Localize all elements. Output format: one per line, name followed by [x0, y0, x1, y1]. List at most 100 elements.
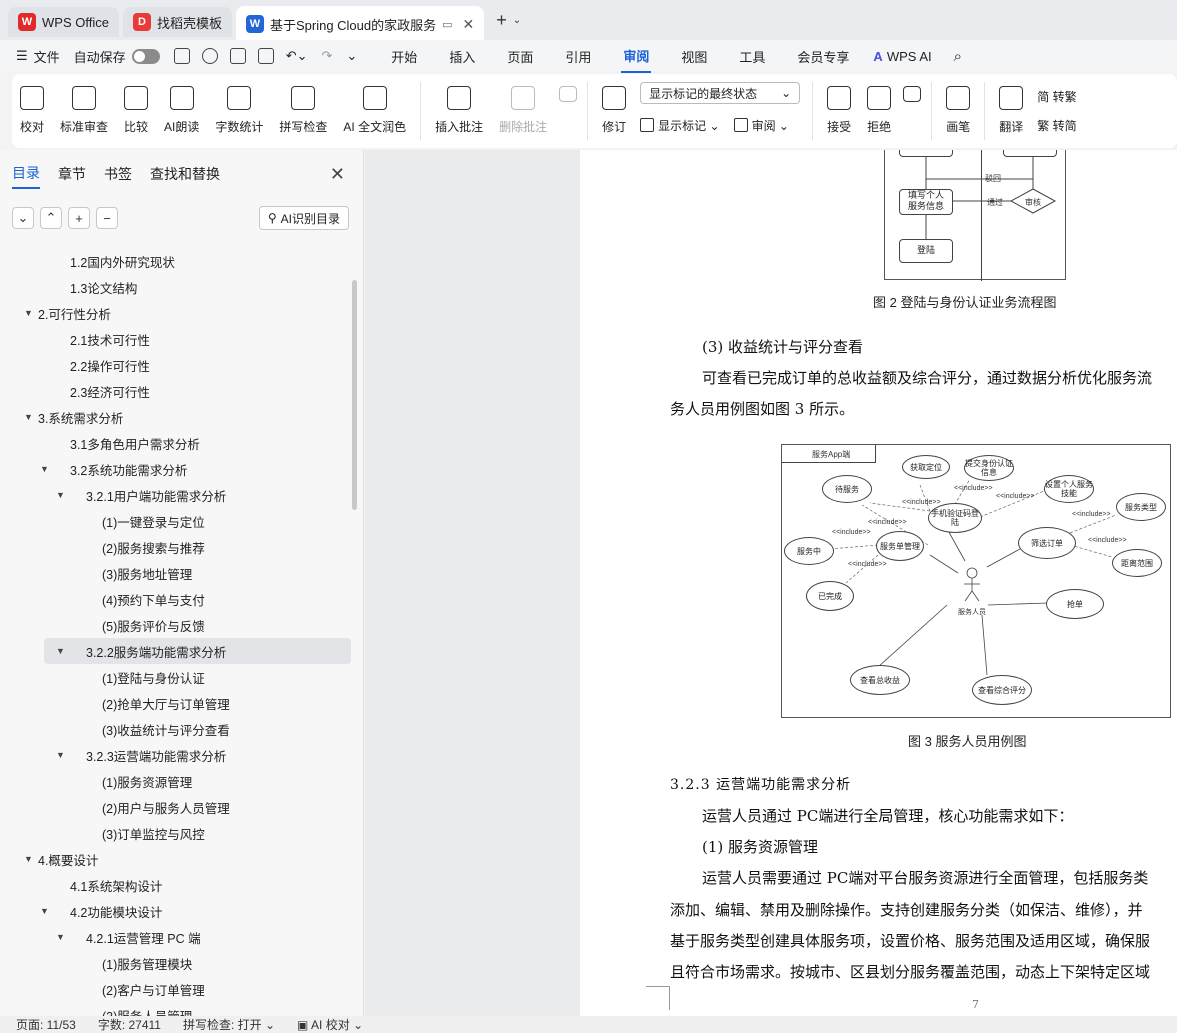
translate-button[interactable]: 翻译 — [991, 82, 1031, 135]
toc-scrollbar[interactable] — [352, 280, 357, 510]
collapse-down-button[interactable]: ⌄ — [12, 207, 34, 229]
prev-comment-button[interactable] — [555, 82, 581, 110]
accept-button[interactable]: 接受 — [819, 82, 859, 135]
spell-check-button[interactable]: 拼写检查 — [271, 82, 335, 135]
save-icon[interactable] — [173, 48, 190, 64]
tab-document[interactable]: W 基于Spring Cloud的家政服务 ▭ ✕ — [235, 6, 485, 42]
menu-tab-tools[interactable]: 工具 — [737, 41, 767, 72]
tab-wps-office[interactable]: W WPS Office — [8, 7, 119, 37]
standard-review-button[interactable]: 标准审查 — [52, 82, 116, 135]
expand-arrow-icon[interactable]: ▼ — [24, 412, 33, 422]
expand-arrow-icon[interactable]: ▼ — [24, 308, 33, 318]
close-icon[interactable]: ✕ — [463, 16, 475, 33]
expand-arrow-icon[interactable]: ▼ — [56, 750, 65, 760]
file-menu[interactable]: ☰ 文件 — [16, 47, 60, 66]
toc-item[interactable]: 2.1技术可行性 — [0, 326, 360, 352]
nav-tab-bookmarks[interactable]: 书签 — [104, 160, 132, 188]
toc-item[interactable]: ▼ 3.2.1用户端功能需求分析 — [0, 482, 360, 508]
delete-comment-button[interactable]: 删除批注 — [491, 82, 555, 135]
toc-item[interactable]: (3)服务地址管理 — [0, 560, 360, 586]
redo-icon[interactable]: ↷ — [321, 48, 332, 64]
toc-item[interactable]: 2.2操作可行性 — [0, 352, 360, 378]
toc-item[interactable]: (1)服务管理模块 — [0, 950, 360, 976]
toggle-switch[interactable] — [131, 48, 160, 64]
toc-item[interactable]: (3)收益统计与评分查看 — [0, 716, 360, 742]
nav-tab-toc[interactable]: 目录 — [12, 159, 40, 189]
toc-item[interactable]: (2)服务搜索与推荐 — [0, 534, 360, 560]
collapse-up-button[interactable]: ⌃ — [40, 207, 62, 229]
menu-tab-review[interactable]: 审阅 — [621, 40, 652, 73]
toc-item[interactable]: (1)一键登录与定位 — [0, 508, 360, 534]
toc-item[interactable]: ▼ 4.2.1运营管理 PC 端 — [0, 924, 360, 950]
menu-tab-insert[interactable]: 插入 — [447, 41, 477, 72]
chevron-down-icon[interactable]: ⌄ — [513, 15, 521, 26]
expand-arrow-icon[interactable]: ▼ — [56, 490, 65, 500]
toc-item[interactable]: (4)预约下单与支付 — [0, 586, 360, 612]
pen-button[interactable]: 画笔 — [938, 82, 978, 135]
print-preview-icon[interactable] — [257, 48, 274, 64]
toc-item[interactable]: ▼ 2.可行性分析 — [0, 300, 360, 326]
toc-item[interactable]: ▼ 4.概要设计 — [0, 846, 360, 872]
nav-tab-find-replace[interactable]: 查找和替换 — [150, 160, 220, 188]
toc-item[interactable]: (1)服务资源管理 — [0, 768, 360, 794]
prev-change-button[interactable] — [899, 82, 925, 110]
close-icon[interactable]: ✕ — [330, 164, 345, 185]
compare-button[interactable]: 比较 — [116, 82, 156, 135]
menu-tab-page[interactable]: 页面 — [505, 41, 535, 72]
toc-item[interactable]: 1.3论文结构 — [0, 274, 360, 300]
spell-check-status[interactable]: 拼写检查: 打开 ⌄ — [183, 1016, 275, 1033]
toc-item[interactable]: (3)订单监控与风控 — [0, 820, 360, 846]
toc-item[interactable]: ▼ 3.2系统功能需求分析 — [0, 456, 360, 482]
menu-tab-member[interactable]: 会员专享 — [795, 41, 851, 72]
undo-icon[interactable]: ↶⌄ — [286, 48, 308, 64]
expand-arrow-icon[interactable]: ▼ — [24, 854, 33, 864]
markup-state-select[interactable]: 显示标记的最终状态 ⌄ — [640, 82, 801, 104]
show-markup-button[interactable]: 显示标记 ⌄ — [640, 117, 720, 134]
expand-arrow-icon[interactable]: ▼ — [56, 646, 65, 656]
add-heading-button[interactable]: + — [68, 207, 90, 229]
to-traditional-button[interactable]: 简 转繁 — [1037, 88, 1076, 105]
menu-tab-view[interactable]: 视图 — [679, 41, 709, 72]
page-indicator[interactable]: 页面: 11/53 — [16, 1016, 76, 1033]
more-chevron-icon[interactable]: ⌄ — [346, 48, 357, 64]
revise-button[interactable]: 修订 — [594, 82, 634, 135]
new-tab-icon[interactable]: + — [496, 10, 507, 31]
wps-ai-button[interactable]: A WPS AI — [873, 49, 931, 64]
review-pane-button[interactable]: 审阅 ⌄ — [733, 117, 789, 134]
toc-item[interactable]: 1.2国内外研究现状 — [0, 248, 360, 274]
toc-item[interactable]: ▼ 3.系统需求分析 — [0, 404, 360, 430]
proofread-button[interactable]: 校对 — [12, 82, 52, 135]
toc-item[interactable]: ▼ 4.2功能模块设计 — [0, 898, 360, 924]
toc-item[interactable]: (2)用户与服务人员管理 — [0, 794, 360, 820]
search-icon[interactable]: ⌕ — [954, 48, 962, 65]
toc-item[interactable]: 3.1多角色用户需求分析 — [0, 430, 360, 456]
toc-item[interactable]: ▼ 3.2.3运营端功能需求分析 — [0, 742, 360, 768]
toc-item[interactable]: (5)服务评价与反馈 — [0, 612, 360, 638]
toc-item[interactable]: 2.3经济可行性 — [0, 378, 360, 404]
remove-heading-button[interactable]: − — [96, 207, 118, 229]
reject-button[interactable]: 拒绝 — [859, 82, 899, 135]
expand-arrow-icon[interactable]: ▼ — [56, 932, 65, 942]
cloud-icon[interactable] — [201, 48, 218, 64]
menu-tab-reference[interactable]: 引用 — [563, 41, 593, 72]
ai-recognize-toc-button[interactable]: ⚲ AI识别目录 — [258, 206, 349, 230]
monitor-icon[interactable]: ▭ — [442, 18, 452, 31]
expand-arrow-icon[interactable]: ▼ — [40, 464, 49, 474]
insert-comment-button[interactable]: 插入批注 — [427, 82, 491, 135]
nav-tab-sections[interactable]: 章节 — [58, 160, 86, 188]
word-count[interactable]: 字数: 27411 — [98, 1016, 161, 1033]
expand-arrow-icon[interactable]: ▼ — [40, 906, 49, 916]
ai-read-button[interactable]: AI朗读 — [156, 82, 207, 135]
toc-item[interactable]: 4.1系统架构设计 — [0, 872, 360, 898]
toc-item[interactable]: ▼ 3.2.2服务端功能需求分析 — [44, 638, 351, 664]
to-simplified-button[interactable]: 繁 转简 — [1037, 117, 1076, 134]
word-count-button[interactable]: 字数统计 — [207, 82, 271, 135]
toc-item[interactable]: (1)登陆与身份认证 — [0, 664, 360, 690]
tab-docer-templates[interactable]: D 找稻壳模板 — [122, 7, 232, 37]
print-icon[interactable] — [229, 48, 246, 64]
menu-tab-home[interactable]: 开始 — [389, 41, 419, 72]
autosave-toggle[interactable]: 自动保存 — [74, 47, 160, 66]
toc-item[interactable]: (2)抢单大厅与订单管理 — [0, 690, 360, 716]
ai-polish-button[interactable]: AI 全文润色 — [335, 82, 414, 135]
ai-check-status[interactable]: ▣ AI 校对 ⌄ — [297, 1016, 363, 1033]
